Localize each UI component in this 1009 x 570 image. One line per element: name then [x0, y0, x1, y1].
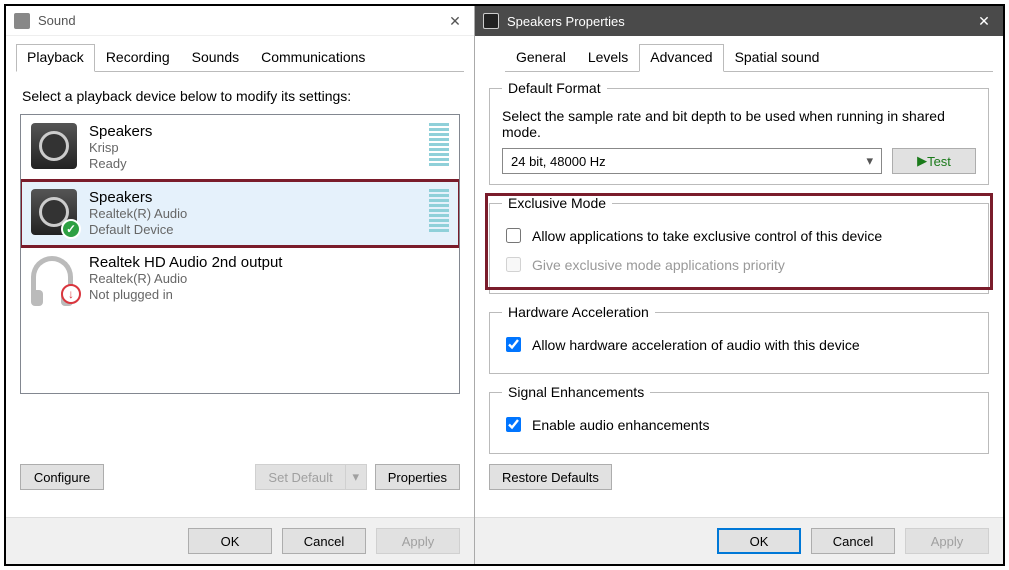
apply-button[interactable]: Apply — [376, 528, 460, 554]
sound-sysicon — [14, 13, 30, 29]
tab-playback[interactable]: Playback — [16, 44, 95, 72]
device-driver: Krisp — [89, 140, 152, 156]
set-default-dropdown[interactable]: ▾ — [345, 464, 367, 490]
sound-dialog: Sound ✕ Playback Recording Sounds Commun… — [6, 6, 475, 564]
device-status: Default Device — [89, 222, 187, 238]
props-sysicon — [483, 13, 499, 29]
device-item[interactable]: ↓ Realtek HD Audio 2nd output Realtek(R)… — [21, 246, 459, 312]
close-icon[interactable]: ✕ — [971, 10, 997, 32]
speaker-icon: ✓ — [31, 189, 77, 235]
signal-enhancements-legend: Signal Enhancements — [502, 384, 650, 400]
cancel-button[interactable]: Cancel — [282, 528, 366, 554]
close-icon[interactable]: ✕ — [442, 10, 468, 32]
default-format-legend: Default Format — [502, 80, 607, 96]
instruction-text: Select a playback device below to modify… — [22, 88, 458, 104]
hardware-accel-group: Hardware Acceleration Allow hardware acc… — [489, 304, 989, 374]
audio-enhancements-checkbox[interactable]: Enable audio enhancements — [502, 414, 976, 435]
signal-enhancements-group: Signal Enhancements Enable audio enhance… — [489, 384, 989, 454]
props-title: Speakers Properties — [507, 14, 625, 29]
ok-button[interactable]: OK — [717, 528, 801, 554]
playback-device-list[interactable]: Speakers Krisp Ready ✓ Speakers Realtek(… — [20, 114, 460, 394]
test-button[interactable]: ▶ Test — [892, 148, 976, 174]
tab-general[interactable]: General — [505, 44, 577, 72]
device-item[interactable]: Speakers Krisp Ready — [21, 115, 459, 181]
device-item[interactable]: ✓ Speakers Realtek(R) Audio Default Devi… — [21, 181, 459, 247]
configure-button[interactable]: Configure — [20, 464, 104, 490]
hardware-accel-legend: Hardware Acceleration — [502, 304, 655, 320]
ok-button[interactable]: OK — [188, 528, 272, 554]
default-check-badge: ✓ — [61, 219, 81, 239]
tab-levels[interactable]: Levels — [577, 44, 639, 72]
cancel-button[interactable]: Cancel — [811, 528, 895, 554]
speakers-properties-dialog: Speakers Properties ✕ General Levels Adv… — [475, 6, 1003, 564]
device-name: Realtek HD Audio 2nd output — [89, 254, 282, 271]
sample-rate-value: 24 bit, 48000 Hz — [511, 154, 606, 169]
device-name: Speakers — [89, 189, 187, 206]
tab-communications[interactable]: Communications — [250, 44, 376, 72]
device-driver: Realtek(R) Audio — [89, 271, 282, 287]
device-status: Not plugged in — [89, 287, 282, 303]
level-meter — [429, 189, 449, 232]
exclusive-priority-checkbox: Give exclusive mode applications priorit… — [502, 254, 976, 275]
unplugged-badge: ↓ — [61, 284, 81, 304]
tab-spatial-sound[interactable]: Spatial sound — [724, 44, 831, 72]
headphones-icon: ↓ — [31, 254, 77, 300]
speaker-icon — [31, 123, 77, 169]
props-titlebar: Speakers Properties ✕ — [475, 6, 1003, 36]
exclusive-mode-group: Exclusive Mode Allow applications to tak… — [489, 195, 989, 294]
sound-tabs: Playback Recording Sounds Communications — [6, 36, 474, 72]
sample-rate-select[interactable]: 24 bit, 48000 Hz — [502, 148, 882, 174]
set-default-button[interactable]: Set Default — [255, 464, 344, 490]
level-meter — [429, 123, 449, 166]
device-status: Ready — [89, 156, 152, 172]
device-name: Speakers — [89, 123, 152, 140]
chevron-down-icon — [866, 153, 873, 169]
sound-titlebar: Sound ✕ — [6, 6, 474, 36]
restore-defaults-button[interactable]: Restore Defaults — [489, 464, 612, 490]
props-tabs: General Levels Advanced Spatial sound — [475, 36, 1003, 72]
exclusive-mode-legend: Exclusive Mode — [502, 195, 612, 211]
tab-sounds[interactable]: Sounds — [181, 44, 250, 72]
default-format-group: Default Format Select the sample rate an… — [489, 80, 989, 185]
tab-recording[interactable]: Recording — [95, 44, 181, 72]
exclusive-control-checkbox[interactable]: Allow applications to take exclusive con… — [502, 225, 976, 246]
apply-button[interactable]: Apply — [905, 528, 989, 554]
sound-title: Sound — [38, 13, 76, 28]
device-driver: Realtek(R) Audio — [89, 206, 187, 222]
default-format-desc: Select the sample rate and bit depth to … — [502, 108, 976, 140]
hardware-accel-checkbox[interactable]: Allow hardware acceleration of audio wit… — [502, 334, 976, 355]
tab-advanced[interactable]: Advanced — [639, 44, 723, 72]
properties-button[interactable]: Properties — [375, 464, 460, 490]
